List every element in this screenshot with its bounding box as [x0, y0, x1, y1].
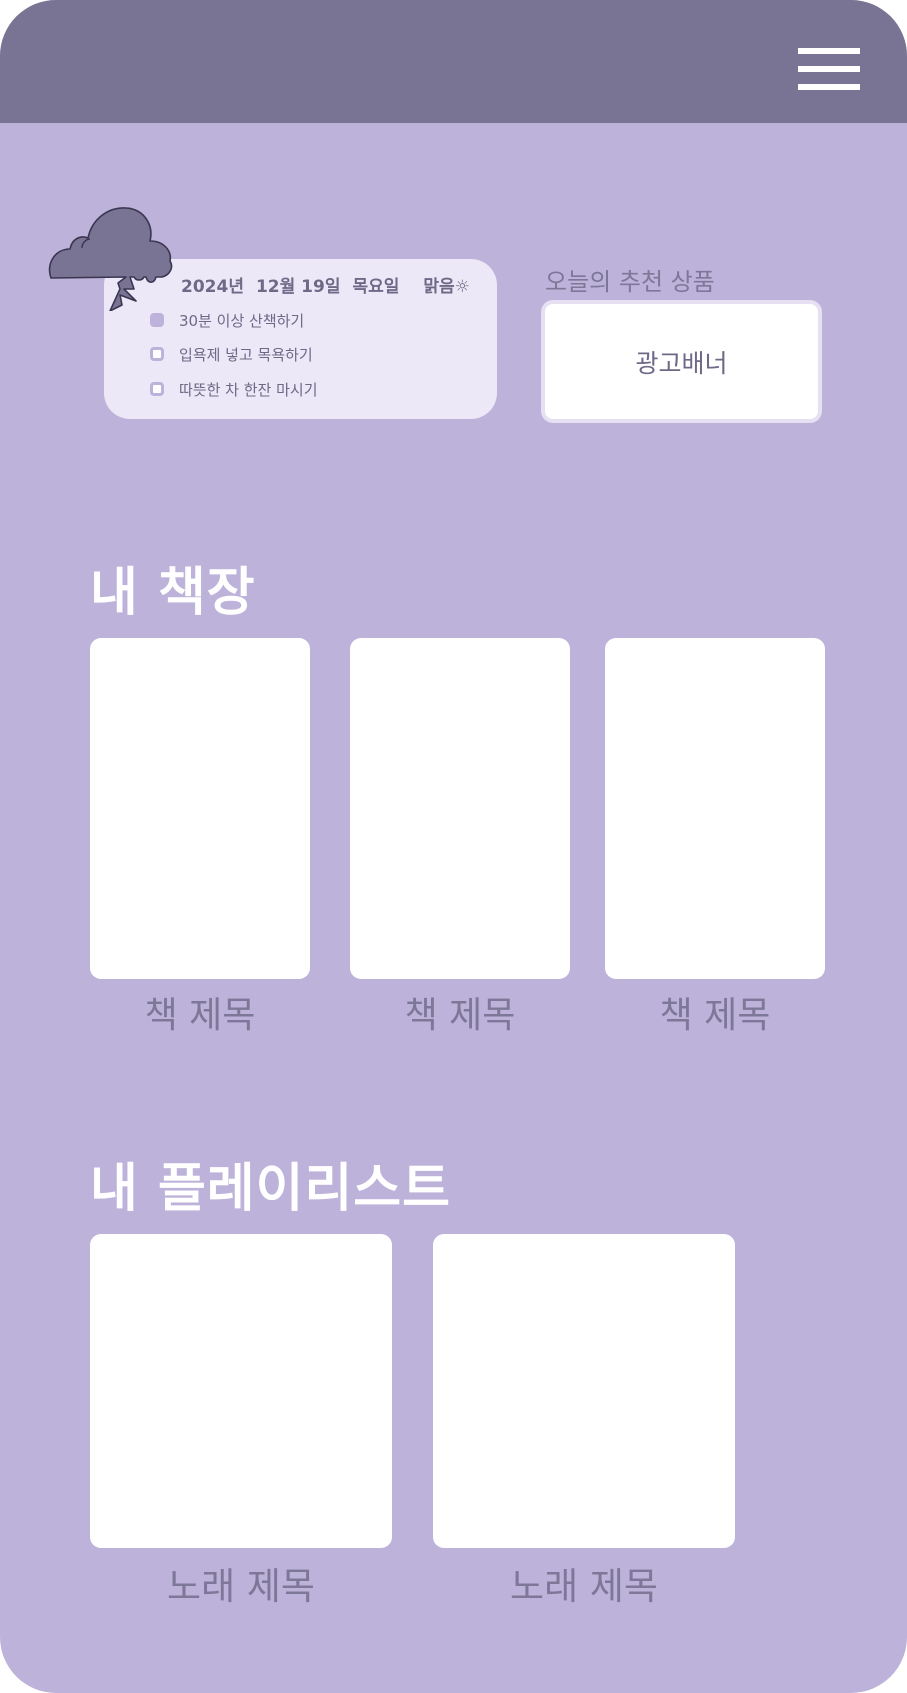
song-title[interactable]: 노래 제목 — [90, 1556, 392, 1610]
todo-checkbox-checked[interactable] — [150, 313, 164, 327]
bookshelf-title: 내 책장 — [90, 563, 256, 623]
book-cover[interactable] — [90, 638, 310, 979]
hamburger-menu-icon[interactable] — [798, 46, 860, 92]
weather-label: 맑음☼ — [423, 277, 470, 297]
todo-label: 입욕제 넣고 목욕하기 — [179, 345, 313, 364]
book-title[interactable]: 책 제목 — [90, 986, 310, 1038]
date-weekday: 목요일 — [352, 277, 400, 297]
todo-label: 따뜻한 차 한잔 마시기 — [179, 380, 318, 399]
todo-checkbox[interactable] — [150, 347, 164, 361]
todo-label: 30분 이상 산책하기 — [179, 311, 305, 330]
todo-checkbox[interactable] — [150, 382, 164, 396]
date-day: 12월 19일 — [255, 277, 341, 297]
recommend-title: 오늘의 추천 상품 — [545, 268, 715, 296]
book-cover[interactable] — [605, 638, 825, 979]
todo-item[interactable]: 30분 이상 산책하기 — [150, 309, 304, 331]
song-cover[interactable] — [433, 1234, 735, 1548]
ad-banner[interactable]: 광고배너 — [541, 300, 822, 423]
todo-item[interactable]: 입욕제 넣고 목욕하기 — [150, 343, 313, 365]
book-title[interactable]: 책 제목 — [350, 986, 570, 1038]
playlist-title: 내 플레이리스트 — [90, 1159, 451, 1219]
book-title[interactable]: 책 제목 — [605, 986, 825, 1038]
storm-cloud-icon — [48, 207, 173, 311]
date-weather-row: 2024년 12월 19일 목요일 맑음☼ — [181, 272, 482, 297]
book-cover[interactable] — [350, 638, 570, 979]
top-header — [0, 0, 907, 123]
app-screen: 2024년 12월 19일 목요일 맑음☼ 30분 이상 산책하기 입욕제 넣고 목욕… — [0, 0, 907, 1693]
todo-item[interactable]: 따뜻한 차 한잔 마시기 — [150, 378, 318, 400]
date-year: 2024년 — [181, 277, 244, 297]
song-cover[interactable] — [90, 1234, 392, 1548]
song-title[interactable]: 노래 제목 — [433, 1556, 735, 1610]
